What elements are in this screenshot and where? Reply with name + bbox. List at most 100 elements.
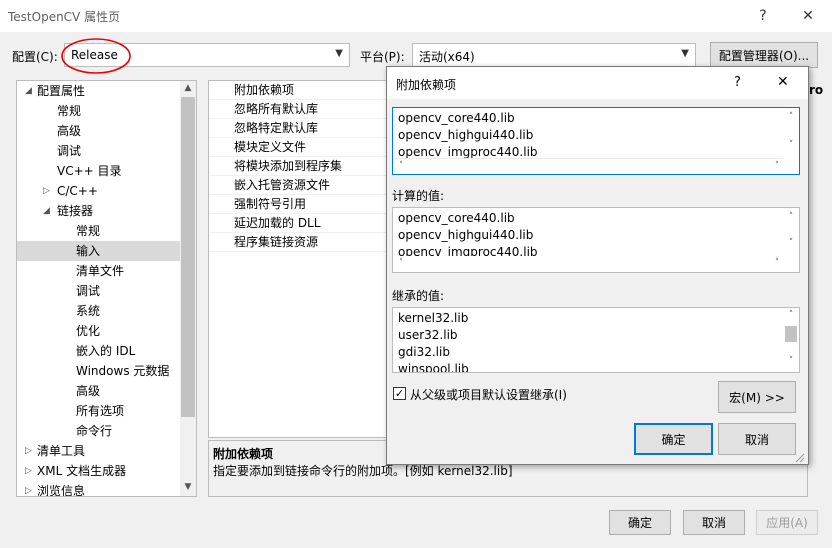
expand-icon[interactable]: ▷ (43, 181, 50, 201)
edit-vscroll[interactable]: ˄ ˅ (783, 108, 799, 158)
close-icon[interactable]: ✕ (793, 4, 823, 28)
tree-scroll-thumb[interactable] (181, 97, 195, 417)
platform-select[interactable]: 活动(x64) ▼ (412, 43, 696, 67)
list-item: opencv_highgui440.lib (398, 228, 534, 242)
tree-item[interactable]: ▷ XML 文档生成器 (17, 461, 180, 481)
property-row[interactable]: 模块定义文件 (209, 138, 388, 157)
tree-item[interactable]: 高级 (17, 381, 180, 401)
expand-icon[interactable]: ▷ (25, 481, 32, 496)
property-row[interactable]: 延迟加载的 DLL (209, 214, 388, 233)
config-manager-button[interactable]: 配置管理器(O)... (710, 42, 818, 68)
scroll-up-icon[interactable]: ˄ (783, 310, 799, 320)
tree-item-label: 高级 (57, 124, 82, 138)
tree-item-label: Windows 元数据 (76, 364, 170, 378)
scroll-left-icon[interactable]: ˂ (393, 258, 409, 268)
property-row[interactable]: 忽略所有默认库 (209, 100, 388, 119)
scroll-right-icon[interactable]: ˃ (769, 161, 785, 171)
tree-item[interactable]: 所有选项 (17, 401, 180, 421)
tree-item[interactable]: VC++ 目录 (17, 161, 180, 181)
tree-item[interactable]: 调试 (17, 141, 180, 161)
property-row[interactable]: 程序集链接资源 (209, 233, 388, 252)
property-row[interactable]: 忽略特定默认库 (209, 119, 388, 138)
tree-item[interactable]: 输入 (17, 241, 180, 261)
description-title: 附加依赖项 (213, 447, 274, 461)
list-item: opencv_highgui440.lib (398, 128, 534, 142)
dialog-title: 附加依赖项 (396, 78, 457, 92)
tree-item-label: 常规 (57, 104, 82, 118)
apply-button[interactable]: 应用(A) (756, 510, 818, 535)
scroll-up-icon[interactable]: ▲ (180, 83, 196, 93)
tree-item[interactable]: 系统 (17, 301, 180, 321)
tree-item-label: 调试 (57, 144, 82, 158)
collapse-icon[interactable]: ◢ (43, 201, 50, 221)
tree-item[interactable]: ◢ 链接器 (17, 201, 180, 221)
title-bar: TestOpenCV 属性页 ? ✕ (0, 0, 832, 32)
scroll-left-icon[interactable]: ˂ (393, 161, 409, 171)
property-row[interactable]: 强制符号引用 (209, 195, 388, 214)
tree-item-label: VC++ 目录 (57, 164, 122, 178)
tree-item[interactable]: 优化 (17, 321, 180, 341)
inherited-vscroll[interactable]: ˄ ˅ (783, 308, 799, 372)
macro-button[interactable]: 宏(M) >> (718, 381, 796, 413)
tree-item-label: 链接器 (57, 204, 94, 218)
scroll-down-icon[interactable]: ˅ (783, 140, 799, 150)
computed-vscroll[interactable]: ˄ ˅ (783, 208, 799, 256)
dialog-ok-button[interactable]: 确定 (634, 423, 713, 455)
scroll-down-icon[interactable]: ▼ (180, 482, 196, 492)
collapse-icon[interactable]: ◢ (25, 81, 32, 101)
list-item: opencv_imgproc440.lib (398, 145, 538, 158)
help-button[interactable]: ? (748, 4, 778, 28)
platform-label: 平台(P): (360, 50, 405, 64)
tree-item[interactable]: Windows 元数据 (17, 361, 180, 381)
dialog-help-button[interactable]: ? (734, 75, 741, 90)
tree-item[interactable]: 高级 (17, 121, 180, 141)
expand-icon[interactable]: ▷ (25, 461, 32, 481)
inherit-checkbox[interactable]: ✓ (393, 387, 406, 400)
inherited-values-box[interactable]: kernel32.lib user32.lib gdi32.lib winspool.… (392, 307, 800, 373)
tree-item[interactable]: 常规 (17, 101, 180, 121)
tree-item-label: 命令行 (76, 424, 113, 438)
edit-hscroll[interactable]: ˂ ˃ (393, 158, 783, 174)
tree-item-label: 所有选项 (76, 404, 125, 418)
list-item: kernel32.lib (398, 311, 469, 325)
scroll-right-icon[interactable]: ˃ (769, 258, 785, 268)
tree-item[interactable]: 常规 (17, 221, 180, 241)
tree-item[interactable]: 命令行 (17, 421, 180, 441)
dialog-cancel-button[interactable]: 取消 (718, 423, 796, 455)
tree-item[interactable]: ▷ 浏览信息 (17, 481, 180, 496)
property-row[interactable]: 将模块添加到程序集 (209, 157, 388, 176)
scroll-up-icon[interactable]: ˄ (783, 112, 799, 122)
tree-item[interactable]: 嵌入的 IDL (17, 341, 180, 361)
additional-dependencies-dialog: 附加依赖项 ? ✕ opencv_core440.lib opencv_highg… (386, 66, 809, 465)
inherit-checkbox-label[interactable]: 从父级或项目默认设置继承(I) (410, 386, 567, 403)
scroll-down-icon[interactable]: ˅ (783, 356, 799, 366)
computed-hscroll[interactable]: ˂ ˃ (393, 256, 783, 272)
cancel-button[interactable]: 取消 (683, 510, 745, 535)
tree-item[interactable]: ▷ 清单工具 (17, 441, 180, 461)
property-row[interactable]: 嵌入托管资源文件 (209, 176, 388, 195)
dependencies-edit-box[interactable]: opencv_core440.lib opencv_highgui440.lib o… (392, 107, 800, 175)
ok-button[interactable]: 确定 (609, 510, 671, 535)
property-row[interactable]: 附加依赖项 (209, 81, 388, 100)
tree-item[interactable]: ◢ 配置属性 (17, 81, 180, 101)
resize-grip-icon[interactable] (793, 451, 805, 463)
computed-values-label: 计算的值: (392, 189, 445, 203)
computed-values-box[interactable]: opencv_core440.lib opencv_highgui440.lib o… (392, 207, 800, 273)
tree-item[interactable]: ▷ C/C++ (17, 181, 180, 201)
scroll-down-icon[interactable]: ˅ (783, 238, 799, 248)
scroll-up-icon[interactable]: ˄ (783, 212, 799, 222)
tree-item-label: 清单文件 (76, 264, 125, 278)
dialog-close-icon[interactable]: ✕ (777, 74, 789, 90)
tree-scrollbar[interactable]: ▲ ▼ (180, 81, 196, 496)
tree-item-label: 清单工具 (37, 444, 86, 458)
chevron-down-icon: ▼ (681, 48, 689, 59)
expand-icon[interactable]: ▷ (25, 441, 32, 461)
config-label: 配置(C): (12, 50, 58, 64)
inherited-scroll-thumb[interactable] (785, 326, 797, 342)
settings-tree[interactable]: ◢ 配置属性 常规 高级 调试 VC++ 目录 ▷ C/C++ ◢ 链接器 常规 输入 清单文件 调试 系统… (16, 80, 197, 497)
tree-item[interactable]: 清单文件 (17, 261, 180, 281)
inherited-values-label: 继承的值: (392, 289, 445, 303)
tree-item[interactable]: 调试 (17, 281, 180, 301)
tree-item-label: 调试 (76, 284, 101, 298)
list-item: opencv_imgproc440.lib (398, 245, 538, 256)
